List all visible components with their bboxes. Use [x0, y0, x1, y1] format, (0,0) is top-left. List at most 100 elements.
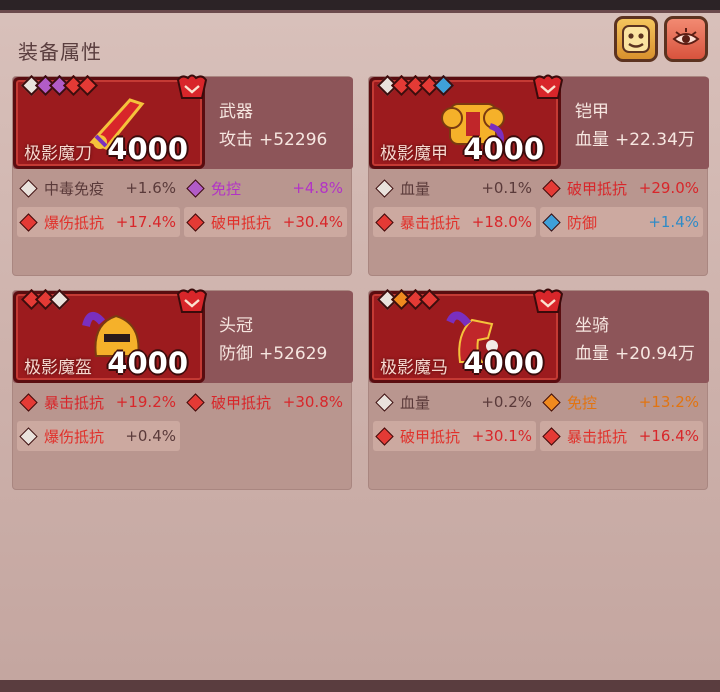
stat-cell: 暴击抵抗 +16.4%	[540, 421, 703, 451]
orange-gem-icon	[542, 392, 561, 412]
stat-label: 破甲抵抗	[567, 179, 628, 198]
main-stat-label: 攻击	[219, 130, 253, 150]
stat-label: 破甲抵抗	[211, 213, 272, 232]
face-icon	[622, 25, 650, 53]
stat-cell: 爆伤抵抗 +0.4%	[17, 421, 180, 451]
star-gems	[20, 288, 71, 311]
red-gem-icon	[186, 212, 205, 232]
stat-label: 血量	[400, 393, 431, 412]
red-gem-icon	[375, 426, 394, 446]
stat-value: +17.4%	[115, 213, 176, 231]
view-button[interactable]	[664, 16, 708, 62]
stat-label: 爆伤抵抗	[44, 213, 105, 232]
slot-label: 头冠	[219, 316, 253, 336]
stat-cell: 免控 +4.8%	[184, 173, 347, 203]
face-button[interactable]	[614, 16, 658, 62]
stat-value: +30.1%	[471, 427, 532, 445]
stat-label: 暴击抵抗	[44, 393, 105, 412]
stat-cell: 破甲抵抗 +30.4%	[184, 207, 347, 237]
red-gem-icon	[375, 212, 394, 232]
equip-card-helmet[interactable]: 极影魔盔 4000 头冠 防御 +52629 暴击抵抗 +19.2% 破甲抵抗 +30.8% 爆伤…	[12, 288, 353, 490]
item-icon-box[interactable]: 极影魔盔 4000	[13, 288, 208, 383]
stat-cell: 爆伤抵抗 +17.4%	[17, 207, 180, 237]
stat-label: 免控	[211, 179, 242, 198]
red-gem-icon	[19, 392, 38, 412]
card-header: 极影魔甲 4000 铠甲血量 +22.34万	[369, 74, 709, 169]
item-score: 4000	[107, 132, 188, 166]
stat-label: 爆伤抵抗	[44, 427, 105, 446]
stat-row: 破甲抵抗 +30.1% 暴击抵抗 +16.4%	[373, 421, 703, 451]
item-icon-box[interactable]: 极影魔马 4000	[369, 288, 564, 383]
red-gem-icon	[19, 212, 38, 232]
section-title: 装备属性	[18, 40, 102, 64]
stat-row: 中毒免疫 +1.6% 免控 +4.8%	[17, 173, 347, 203]
stat-value: +30.4%	[282, 213, 343, 231]
white-gem-icon	[19, 178, 38, 198]
main-stat: 血量 +22.34万	[575, 125, 695, 150]
stat-value: +29.0%	[638, 179, 699, 197]
stat-cell: 免控 +13.2%	[540, 387, 703, 417]
white-gem-icon	[375, 392, 394, 412]
stat-row: 爆伤抵抗 +0.4%	[17, 421, 347, 451]
stat-value: +1.6%	[125, 179, 176, 197]
rank-badge-icon	[532, 288, 564, 313]
stat-label: 暴击抵抗	[567, 427, 628, 446]
star-gems	[376, 288, 441, 311]
eye-icon	[672, 28, 700, 45]
stat-cell: 破甲抵抗 +30.1%	[373, 421, 536, 451]
stat-label: 破甲抵抗	[400, 427, 461, 446]
stat-label: 免控	[567, 393, 598, 412]
stat-cell: 防御 +1.4%	[540, 207, 703, 237]
stat-value: +19.2%	[115, 393, 176, 411]
stat-value: +13.2%	[638, 393, 699, 411]
red-gem-icon	[542, 178, 561, 198]
stat-cell: 暴击抵抗 +18.0%	[373, 207, 536, 237]
equip-card-mount[interactable]: 极影魔马 4000 坐骑 血量 +20.94万 血量 +0.2% 免控 +13.2% 破甲抵抗 +3…	[368, 288, 709, 490]
item-name: 极影魔甲	[380, 144, 448, 164]
item-name: 极影魔刀	[24, 144, 92, 164]
equip-card-armor[interactable]: 极影魔甲 4000 铠甲血量 +22.34万血量 +0.1% 破甲抵抗 +29.0% 暴击抵抗…	[368, 74, 709, 276]
card-header: 极影魔刀 4000 武器攻击 +52296	[13, 74, 353, 169]
stat-row: 暴击抵抗 +18.0% 防御 +1.4%	[373, 207, 703, 237]
stat-cell: 破甲抵抗 +30.8%	[184, 387, 347, 417]
stat-value: +4.8%	[292, 179, 343, 197]
stat-label: 暴击抵抗	[400, 213, 461, 232]
stat-value: +1.4%	[648, 213, 699, 231]
stat-row: 血量 +0.2% 免控 +13.2%	[373, 387, 703, 417]
card-header: 极影魔盔 4000 头冠 防御 +52629	[13, 288, 353, 383]
stat-label: 破甲抵抗	[211, 393, 272, 412]
stat-label: 血量	[400, 179, 431, 198]
stat-cell: 血量 +0.2%	[373, 387, 536, 417]
stat-cell: 暴击抵抗 +19.2%	[17, 387, 180, 417]
stat-row: 爆伤抵抗 +17.4% 破甲抵抗 +30.4%	[17, 207, 347, 237]
stat-label: 中毒免疫	[44, 179, 105, 198]
stat-row: 暴击抵抗 +19.2% 破甲抵抗 +30.8%	[17, 387, 347, 417]
slot-label: 铠甲	[575, 102, 609, 122]
red-gem-icon	[186, 392, 205, 412]
item-icon-box[interactable]: 极影魔刀 4000	[13, 74, 208, 169]
item-score: 4000	[107, 346, 188, 380]
slot-label: 武器	[219, 102, 253, 122]
white-gem-icon	[375, 178, 394, 198]
stat-cell: 中毒免疫 +1.6%	[17, 173, 180, 203]
stat-value: +30.8%	[282, 393, 343, 411]
item-score: 4000	[463, 346, 544, 380]
stat-row: 血量 +0.1% 破甲抵抗 +29.0%	[373, 173, 703, 203]
equip-card-weapon[interactable]: 极影魔刀 4000 武器攻击 +52296 中毒免疫 +1.6% 免控 +4.8% 爆伤抵抗 +1…	[12, 74, 353, 276]
stat-cell: 血量 +0.1%	[373, 173, 536, 203]
white-gem-icon	[19, 426, 38, 446]
stat-label: 防御	[567, 213, 598, 232]
top-bar	[0, 0, 720, 10]
stat-value: +18.0%	[471, 213, 532, 231]
stat-value: +0.2%	[481, 393, 532, 411]
blue-gem-icon	[542, 212, 561, 232]
main-stat-value: +52629	[259, 344, 328, 364]
item-icon-box[interactable]: 极影魔甲 4000	[369, 74, 564, 169]
stat-cell: 破甲抵抗 +29.0%	[540, 173, 703, 203]
main-stat-label: 血量	[575, 344, 609, 364]
stat-value: +0.1%	[481, 179, 532, 197]
card-header: 极影魔马 4000 坐骑 血量 +20.94万	[369, 288, 709, 383]
main-stat-value: +20.94万	[615, 344, 695, 364]
main-stat: 攻击 +52296	[219, 125, 327, 150]
stat-value: +0.4%	[125, 427, 176, 445]
